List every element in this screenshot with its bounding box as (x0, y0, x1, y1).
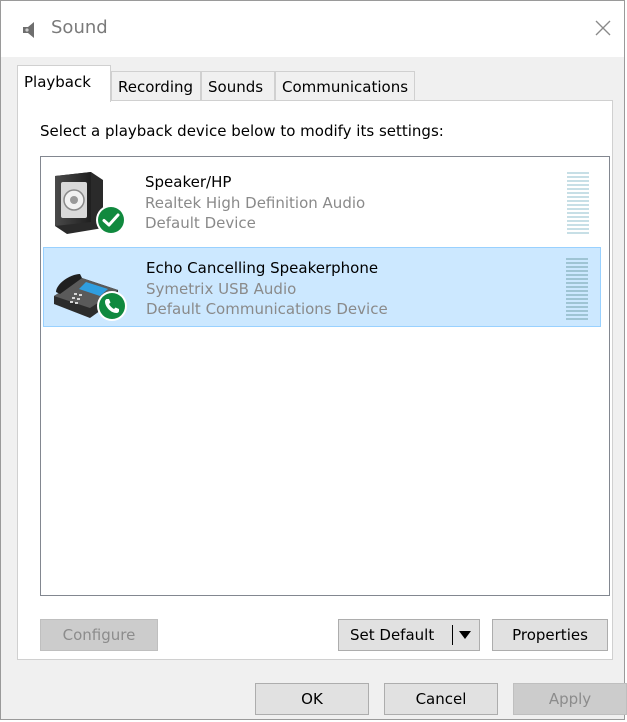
title-bar: Sound (1, 1, 624, 57)
split-divider (452, 625, 453, 645)
chevron-down-icon[interactable] (459, 631, 471, 639)
device-name: Echo Cancelling Speakerphone (146, 259, 379, 277)
device-text: Speaker/HP Realtek High Definition Audio… (145, 172, 365, 234)
window-title: Sound (51, 17, 108, 38)
list-item[interactable]: Speaker/HP Realtek High Definition Audio… (43, 162, 601, 242)
device-status: Default Communications Device (146, 300, 388, 318)
device-driver: Symetrix USB Audio (146, 279, 297, 298)
properties-button[interactable]: Properties (492, 619, 608, 651)
tab-communications[interactable]: Communications (275, 71, 415, 101)
tab-sounds[interactable]: Sounds (201, 71, 275, 101)
instruction-text: Select a playback device below to modify… (40, 122, 444, 140)
dialog-button-bar: OK Cancel Apply (1, 667, 627, 721)
speaker-icon (23, 22, 34, 38)
tab-strip: Playback Recording Sounds Communications (17, 65, 624, 102)
set-default-button[interactable]: Set Default (338, 619, 480, 651)
device-text: Echo Cancelling Speakerphone Symetrix US… (146, 258, 388, 320)
list-item[interactable]: Echo Cancelling Speakerphone Symetrix US… (43, 247, 601, 327)
level-meter (567, 172, 589, 234)
apply-button[interactable]: Apply (513, 683, 627, 715)
device-list[interactable]: Speaker/HP Realtek High Definition Audio… (40, 156, 610, 596)
device-status: Default Device (145, 214, 256, 232)
playback-panel: Select a playback device below to modify… (17, 100, 613, 660)
phone-badge-icon (97, 291, 127, 321)
configure-button[interactable]: Configure (40, 619, 158, 651)
device-name: Speaker/HP (145, 173, 232, 191)
device-driver: Realtek High Definition Audio (145, 193, 366, 212)
tab-playback[interactable]: Playback (17, 65, 111, 102)
sound-dialog: Sound Playback Recording Sounds Communic… (0, 0, 627, 721)
level-meter (566, 258, 588, 320)
tab-recording[interactable]: Recording (111, 71, 201, 101)
set-default-label: Set Default (350, 626, 435, 644)
checkmark-badge-icon (96, 205, 126, 235)
cancel-button[interactable]: Cancel (384, 683, 498, 715)
ok-button[interactable]: OK (255, 683, 369, 715)
close-icon[interactable] (590, 15, 616, 41)
